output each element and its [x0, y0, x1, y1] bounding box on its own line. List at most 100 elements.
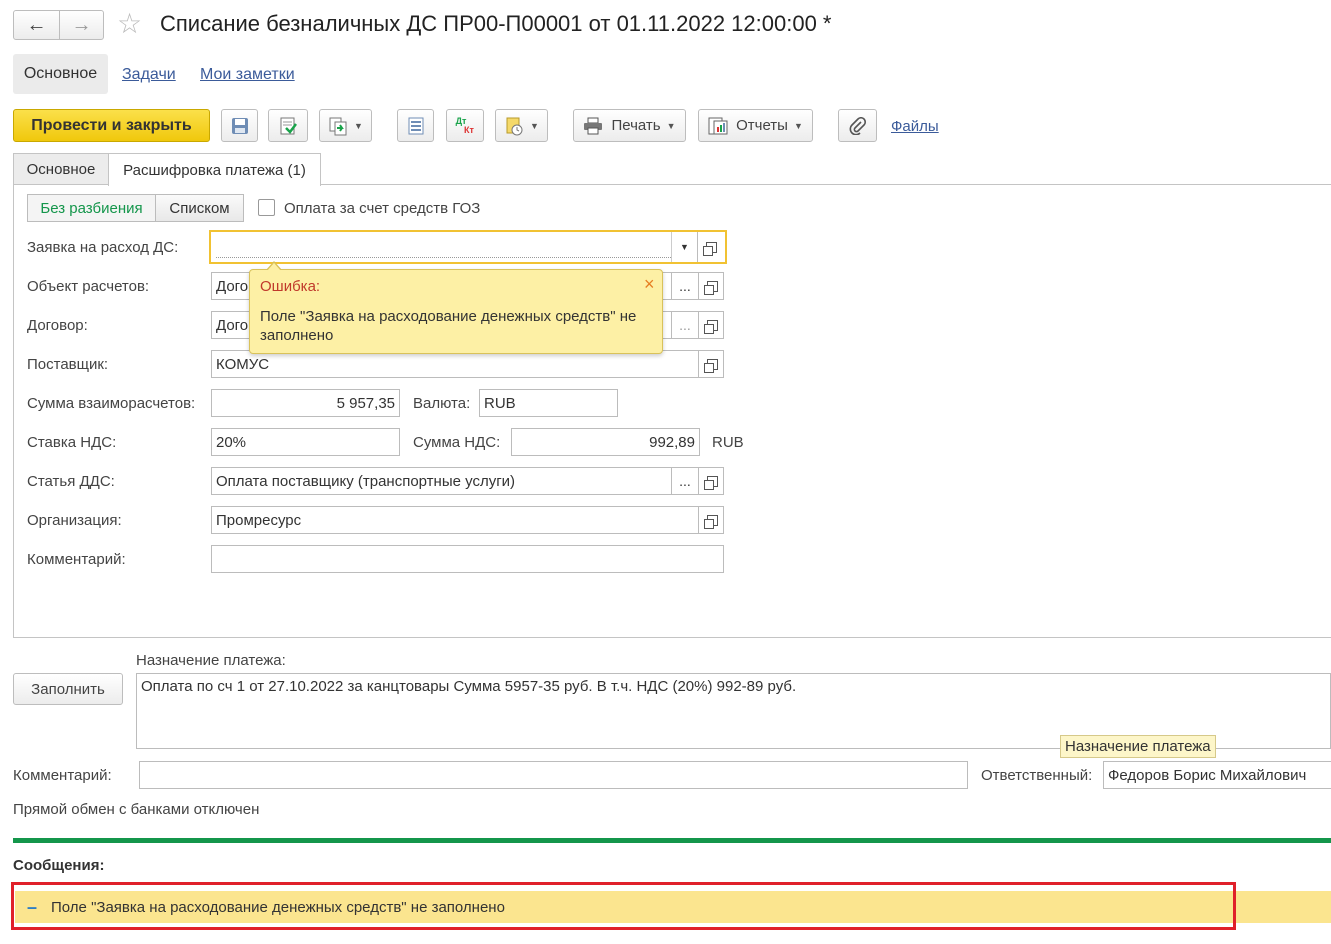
- files-link[interactable]: Файлы: [891, 118, 939, 135]
- reports-icon: [708, 117, 728, 134]
- back-button[interactable]: ←: [13, 10, 60, 40]
- chevron-down-icon: ▼: [680, 242, 689, 252]
- purpose-label: Назначение платежа:: [136, 652, 286, 669]
- open-icon: [703, 358, 718, 373]
- chevron-down-icon: ▼: [530, 120, 539, 131]
- contract-value: Дого: [216, 316, 249, 334]
- vat-sum-label: Сумма НДС:: [413, 434, 501, 451]
- post-and-close-label: Провести и закрыть: [31, 116, 192, 134]
- currency-field[interactable]: RUB: [479, 389, 618, 417]
- attach-button[interactable]: [838, 109, 877, 142]
- sum-field[interactable]: 5 957,35: [211, 389, 400, 417]
- inner-tab-payment-breakdown-label: Расшифровка платежа (1): [123, 161, 306, 179]
- request-field[interactable]: ▼: [209, 230, 727, 264]
- supplier-open-button[interactable]: [698, 351, 723, 377]
- request-field-underline: [216, 257, 671, 258]
- supplier-field[interactable]: КОМУС: [211, 350, 724, 378]
- dds-select-button[interactable]: ...: [671, 468, 698, 494]
- inner-tab-payment-breakdown[interactable]: Расшифровка платежа (1): [108, 153, 321, 186]
- nav-tab-notes[interactable]: Мои заметки: [200, 66, 295, 84]
- vat-rate-field[interactable]: 20%: [211, 428, 400, 456]
- footer-comment-field[interactable]: [139, 761, 968, 789]
- dt-kt-icon: Дт Кт: [456, 116, 474, 135]
- currency-value: RUB: [484, 394, 516, 412]
- create-based-on-button[interactable]: ▼: [319, 109, 372, 142]
- open-icon: [703, 475, 718, 490]
- favorite-star-icon[interactable]: ☆: [117, 8, 142, 40]
- print-label: Печать: [611, 117, 661, 134]
- request-open-button[interactable]: [697, 232, 725, 262]
- object-value: Дого: [216, 277, 249, 295]
- error-popup-title: Ошибка:: [260, 278, 321, 295]
- object-select-button[interactable]: ...: [671, 273, 698, 299]
- nav-tab-main-label: Основное: [23, 65, 98, 82]
- reports-label: Отчеты: [736, 117, 788, 134]
- form-comment-label: Комментарий:: [27, 551, 126, 568]
- org-label: Организация:: [27, 512, 122, 529]
- list-toggle[interactable]: Списком: [155, 194, 244, 222]
- vat-sum-field[interactable]: 992,89: [511, 428, 700, 456]
- inner-tab-main[interactable]: Основное: [13, 153, 109, 185]
- supplier-value: КОМУС: [216, 355, 270, 373]
- print-button[interactable]: Печать ▼: [573, 109, 686, 142]
- purpose-tooltip-text: Назначение платежа: [1065, 738, 1211, 755]
- no-split-label: Без разбиения: [40, 199, 143, 217]
- related-documents-button[interactable]: ▼: [495, 109, 548, 142]
- dt-kt-button[interactable]: Дт Кт: [446, 109, 484, 142]
- journal-button[interactable]: [397, 109, 434, 142]
- contract-open-button[interactable]: [698, 312, 723, 338]
- post-document-icon: [280, 117, 297, 134]
- vat-sum-value: 992,89: [649, 433, 695, 451]
- org-open-button[interactable]: [698, 507, 723, 533]
- open-icon: [703, 319, 718, 334]
- save-button[interactable]: [221, 109, 258, 142]
- bank-status-text: Прямой обмен с банками отключен: [13, 801, 260, 818]
- org-field[interactable]: Промресурс: [211, 506, 724, 534]
- related-documents-icon: [506, 117, 523, 135]
- goz-checkbox[interactable]: [258, 199, 275, 216]
- nav-tab-main[interactable]: Основное: [13, 54, 108, 94]
- org-value: Промресурс: [216, 511, 302, 529]
- dds-label: Статья ДДС:: [27, 473, 115, 490]
- no-split-toggle[interactable]: Без разбиения: [27, 194, 156, 222]
- save-icon: [231, 117, 248, 134]
- dds-open-button[interactable]: [698, 468, 723, 494]
- sum-value: 5 957,35: [336, 394, 395, 412]
- arrow-left-icon: ←: [26, 13, 47, 36]
- reports-button[interactable]: Отчеты ▼: [698, 109, 813, 142]
- messages-header: Сообщения:: [13, 857, 105, 874]
- contract-label: Договор:: [27, 317, 88, 334]
- dds-field[interactable]: Оплата поставщику (транспортные услуги) …: [211, 467, 724, 495]
- chevron-down-icon: ▼: [354, 120, 363, 131]
- form-comment-field[interactable]: [211, 545, 724, 573]
- request-label: Заявка на расход ДС:: [27, 239, 179, 256]
- dots-icon: ...: [679, 317, 691, 333]
- window-title: Списание безналичных ДС ПР00-П00001 от 0…: [160, 11, 832, 36]
- vat-rate-value: 20%: [216, 433, 247, 451]
- currency-label: Валюта:: [413, 395, 471, 412]
- post-and-close-button[interactable]: Провести и закрыть: [13, 109, 210, 142]
- contract-select-button[interactable]: ...: [671, 312, 698, 338]
- open-icon: [703, 241, 717, 256]
- fill-button[interactable]: Заполнить: [13, 673, 123, 705]
- list-icon: [408, 117, 423, 134]
- chevron-down-icon: ▼: [793, 120, 803, 131]
- printer-icon: [584, 117, 603, 134]
- purpose-text: Оплата по сч 1 от 27.10.2022 за канцтова…: [141, 678, 797, 695]
- forward-button[interactable]: →: [59, 10, 104, 40]
- error-popup-message: Поле "Заявка на расходование денежных ср…: [260, 308, 637, 344]
- object-label: Объект расчетов:: [27, 278, 150, 295]
- object-open-button[interactable]: [698, 273, 723, 299]
- vat-rate-label: Ставка НДС:: [27, 434, 117, 451]
- list-toggle-label: Списком: [169, 199, 230, 217]
- responsible-field[interactable]: Федоров Борис Михайлович: [1103, 761, 1331, 789]
- post-button[interactable]: [268, 109, 308, 142]
- responsible-value: Федоров Борис Михайлович: [1108, 766, 1307, 784]
- nav-tab-tasks[interactable]: Задачи: [122, 66, 176, 84]
- dots-icon: ...: [679, 473, 691, 489]
- goz-checkbox-label: Оплата за счет средств ГОЗ: [284, 200, 481, 217]
- request-dropdown-button[interactable]: ▼: [671, 232, 697, 262]
- close-icon[interactable]: ×: [644, 274, 655, 295]
- paperclip-icon: [849, 116, 866, 135]
- footer-comment-label: Комментарий:: [13, 767, 112, 784]
